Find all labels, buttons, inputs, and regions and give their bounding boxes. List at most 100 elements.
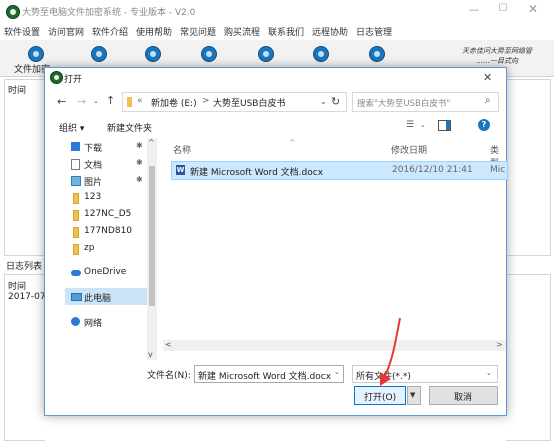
nav-item-label: OneDrive [84, 267, 127, 277]
nav-item-label: 127NC_D5 [84, 209, 132, 219]
app-menu-bar: 软件设置 访问官网 软件介绍 使用帮助 常见问题 购买流程 联系我们 远程协助 … [0, 22, 554, 40]
cancel-button[interactable]: 取消 [429, 386, 498, 405]
maximize-button[interactable]: ☐ [495, 3, 511, 17]
menu-log-management[interactable]: 日志管理 [356, 25, 392, 38]
toolbar-icon-4[interactable] [201, 46, 217, 62]
search-placeholder: 搜索"大势至USB白皮书" [357, 99, 451, 109]
new-folder-button[interactable]: 新建文件夹 [107, 121, 152, 134]
cancel-button-label: 取消 [454, 393, 473, 403]
nav-item-pictures[interactable]: 图片 ✱ [65, 172, 153, 189]
help-icon[interactable]: ? [478, 119, 490, 131]
recent-locations-chevron-icon[interactable]: ⌄ [93, 97, 99, 105]
back-arrow-icon[interactable]: ← [57, 95, 66, 108]
toolbar-icon-7[interactable] [369, 46, 385, 62]
nav-item-network[interactable]: 网络 [65, 313, 153, 330]
app-logo-icon [6, 5, 20, 19]
dropdown-triangle-icon: ▼ [410, 391, 416, 399]
menu-visit-website[interactable]: 访问官网 [48, 25, 84, 38]
breadcrumb-drive[interactable]: 新加卷 (E:) [151, 96, 197, 109]
nav-item-label: 此电脑 [84, 294, 112, 304]
nav-item-label: 图片 [84, 178, 103, 188]
log-section-label: 日志列表 [6, 262, 43, 272]
dialog-close-button[interactable]: ✕ [483, 71, 492, 84]
search-icon[interactable]: ⌕ [485, 95, 491, 106]
file-type-value: 所有文件(*.*) [356, 372, 411, 382]
menu-faq[interactable]: 常见问题 [180, 25, 216, 38]
toolbar-icon-5[interactable] [258, 46, 274, 62]
organize-button[interactable]: 组织 ▾ [59, 121, 84, 134]
open-options-dropdown-button[interactable]: ▼ [407, 386, 421, 405]
nav-item-onedrive[interactable]: OneDrive [65, 264, 153, 281]
filename-dropdown-icon[interactable]: ⌄ [334, 368, 340, 376]
folder-icon [73, 227, 79, 238]
breadcrumb-chevron-icon[interactable]: > [202, 96, 210, 106]
download-arrow-icon [71, 142, 80, 151]
preview-pane-icon[interactable] [438, 120, 451, 131]
view-options-icon[interactable]: ☰ [406, 120, 414, 130]
nav-item-this-pc[interactable]: 此电脑 [65, 288, 153, 305]
address-dropdown-icon[interactable]: ⌄ [320, 97, 327, 106]
scroll-thumb[interactable] [149, 166, 155, 306]
nav-item-downloads[interactable]: 下载 ✱ [65, 138, 153, 155]
toolbar-icon-3[interactable] [145, 46, 161, 62]
scroll-up-icon[interactable]: ^ [148, 138, 155, 147]
column-header-date[interactable]: 修改日期 [391, 143, 427, 156]
pin-icon: ✱ [136, 175, 143, 184]
picture-icon [71, 176, 81, 186]
file-encrypt-icon[interactable] [28, 46, 44, 62]
nav-item-folder-177nd810[interactable]: 177ND810 [65, 223, 153, 240]
scroll-right-icon[interactable]: > [496, 340, 503, 349]
column-header-name[interactable]: 名称 [173, 143, 191, 156]
folder-icon [73, 210, 79, 221]
forward-arrow-icon[interactable]: → [77, 95, 86, 108]
up-arrow-icon[interactable]: ↑ [106, 94, 115, 107]
scroll-left-icon[interactable]: < [165, 340, 172, 349]
nav-item-label: 123 [84, 192, 102, 202]
toolbar-icon-6[interactable] [313, 46, 329, 62]
open-file-dialog: 打开 ✕ ← → ⌄ ↑ « 新加卷 (E:) > 大势至USB白皮书 ⌄ ↻ … [44, 67, 508, 416]
menu-purchase[interactable]: 购买流程 [224, 25, 260, 38]
nav-item-folder-zp[interactable]: zp [65, 240, 153, 257]
breadcrumb-folder[interactable]: 大势至USB白皮书 [213, 96, 285, 109]
nav-item-folder-127nc-d5[interactable]: 127NC_D5 [65, 206, 153, 223]
address-overflow-icon[interactable]: « [137, 96, 143, 106]
view-dropdown-icon[interactable]: ⌄ [420, 121, 426, 129]
menu-contact[interactable]: 联系我们 [268, 25, 304, 38]
word-document-icon: W [176, 165, 185, 175]
cloud-icon [71, 270, 81, 276]
nav-item-folder-123[interactable]: 123 [65, 189, 153, 206]
address-bar[interactable]: « 新加卷 (E:) > 大势至USB白皮书 ⌄ [122, 92, 347, 112]
file-type: Mic [490, 165, 506, 175]
menu-remote-assist[interactable]: 远程协助 [312, 25, 348, 38]
open-button[interactable]: 打开(O) [354, 386, 406, 405]
file-list-panel-right [506, 79, 551, 256]
nav-item-label: 文档 [84, 161, 103, 171]
menu-software-intro[interactable]: 软件介绍 [92, 25, 128, 38]
scroll-down-icon[interactable]: v [148, 350, 153, 359]
navigation-pane: 下载 ✱ 文档 ✱ 图片 ✱ 123 127NC_D5 177ND810 zp [65, 138, 153, 360]
nav-item-documents[interactable]: 文档 ✱ [65, 155, 153, 172]
menu-software-settings[interactable]: 软件设置 [4, 25, 40, 38]
filename-value: 新建 Microsoft Word 文档.docx [198, 372, 332, 382]
computer-icon [71, 293, 82, 301]
file-type-select[interactable]: 所有文件(*.*) ⌄ [352, 365, 498, 383]
open-button-label: 打开(O) [364, 393, 397, 403]
filename-input[interactable]: 新建 Microsoft Word 文档.docx [194, 365, 344, 383]
file-row[interactable]: W 新建 Microsoft Word 文档.docx 2016/12/10 2… [171, 161, 508, 180]
dialog-app-icon [50, 71, 63, 84]
nav-item-label: 177ND810 [84, 226, 133, 236]
folder-icon [127, 97, 132, 107]
minimize-button[interactable]: — [466, 3, 482, 17]
close-window-button[interactable]: ✕ [525, 2, 541, 16]
menu-help[interactable]: 使用帮助 [136, 25, 172, 38]
network-icon [71, 317, 80, 326]
log-list-panel-right [506, 274, 551, 441]
refresh-icon[interactable]: ↻ [331, 95, 340, 108]
toolbar-icon-2[interactable] [91, 46, 107, 62]
search-input[interactable]: 搜索"大势至USB白皮书" ⌕ [352, 92, 499, 112]
pin-icon: ✱ [136, 158, 143, 167]
dialog-title: 打开 [64, 75, 83, 85]
nav-item-label: 下载 [84, 144, 103, 154]
navigation-pane-scrollbar[interactable]: ^ v [147, 138, 157, 360]
file-list-horizontal-scrollbar[interactable]: < > [163, 340, 506, 351]
